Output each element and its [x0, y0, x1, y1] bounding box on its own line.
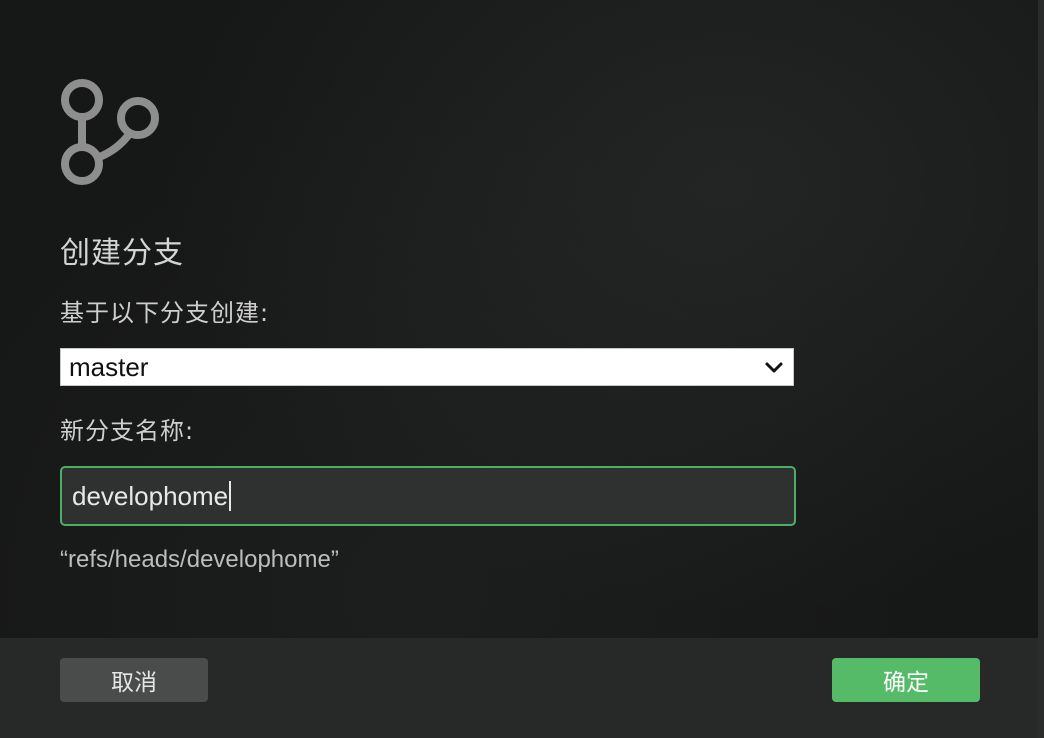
create-branch-dialog: 创建分支 基于以下分支创建: master 新分支名称: develophome… — [0, 0, 1038, 738]
dialog-title: 创建分支 — [60, 236, 184, 271]
cancel-button[interactable]: 取消 — [60, 658, 208, 702]
branch-name-input[interactable]: develophome — [60, 466, 796, 526]
git-branch-icon — [61, 79, 159, 185]
chevron-down-icon — [765, 362, 783, 373]
ref-path-preview: “refs/heads/develophome” — [60, 546, 339, 573]
confirm-button[interactable]: 确定 — [832, 658, 980, 702]
base-branch-select[interactable]: master — [60, 348, 794, 386]
base-branch-label: 基于以下分支创建: — [60, 299, 270, 327]
background-window-edge — [1038, 0, 1044, 738]
base-branch-value: master — [69, 351, 149, 382]
text-caret — [229, 481, 232, 511]
branch-name-value: develophome — [72, 480, 229, 511]
dialog-footer: 取消 确定 — [0, 638, 1038, 738]
branch-name-label: 新分支名称: — [60, 417, 195, 445]
